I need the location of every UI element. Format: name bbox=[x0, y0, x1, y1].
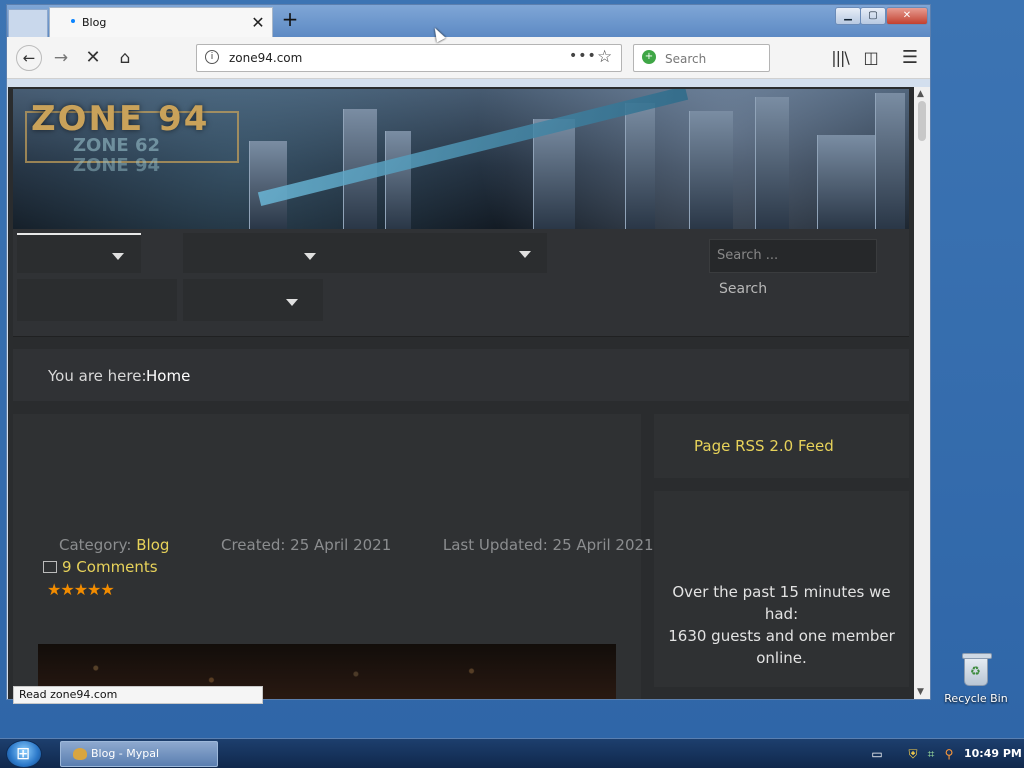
main-menu: Search ... Search bbox=[13, 229, 909, 337]
shield-icon[interactable]: ⛨ bbox=[906, 747, 920, 761]
address-bar[interactable]: i zone94.com ••• ☆ bbox=[196, 44, 622, 72]
tab-blog[interactable]: Blog ✕ bbox=[49, 7, 273, 37]
menu-item-3[interactable] bbox=[333, 233, 547, 273]
maximize-button[interactable]: ▢ bbox=[860, 7, 886, 25]
browser-search-input[interactable]: + Search bbox=[633, 44, 770, 72]
banner-train bbox=[257, 89, 689, 207]
tab-strip: Blog ✕ + ▁ ▢ ✕ bbox=[7, 5, 930, 37]
mypal-icon bbox=[73, 748, 87, 760]
library-icon[interactable]: |||\ bbox=[828, 46, 852, 70]
banner-building bbox=[625, 103, 655, 229]
status-bar: Read zone94.com bbox=[13, 686, 263, 704]
banner-building bbox=[817, 135, 875, 229]
minimize-button[interactable]: ▁ bbox=[835, 7, 861, 25]
rss-feed-link[interactable]: Page RSS 2.0 Feed bbox=[694, 437, 834, 455]
chevron-down-icon bbox=[519, 251, 531, 258]
clock[interactable]: 10:49 PM bbox=[964, 747, 1022, 760]
hamburger-icon[interactable]: ☰ bbox=[898, 46, 922, 70]
online-stats: Over the past 15 minutes we had: 1630 gu… bbox=[666, 581, 897, 669]
scroll-up-icon[interactable]: ▲ bbox=[917, 89, 924, 99]
comments-count[interactable]: 9 Comments bbox=[62, 558, 158, 576]
url-text[interactable]: zone94.com bbox=[229, 51, 302, 65]
chevron-down-icon bbox=[112, 253, 124, 260]
site-search-input[interactable]: Search ... bbox=[709, 239, 877, 273]
scroll-thumb[interactable] bbox=[918, 101, 926, 141]
search-icon[interactable]: ⚲ bbox=[942, 747, 956, 761]
system-tray: ▭ ⛨ ⌗ ⚲ 10:49 PM bbox=[866, 739, 1024, 768]
taskbar-window-blog[interactable]: Blog - Mypal bbox=[60, 741, 218, 767]
sidebar-icon[interactable]: ◫ bbox=[859, 46, 883, 70]
chevron-down-icon bbox=[304, 253, 316, 260]
page-scrollbar[interactable]: ▲ ▼ bbox=[914, 87, 930, 699]
menu-item-5[interactable] bbox=[183, 279, 323, 321]
new-tab-button[interactable]: + bbox=[279, 9, 301, 31]
logo-subtitle: ZONE 62 bbox=[73, 135, 161, 156]
forward-arrow-icon[interactable]: → bbox=[49, 46, 73, 70]
scroll-down-icon[interactable]: ▼ bbox=[917, 687, 924, 697]
tab-close-icon[interactable]: ✕ bbox=[248, 13, 268, 33]
tab-title: Blog bbox=[82, 16, 107, 29]
category-label: Category: bbox=[59, 536, 132, 554]
search-icon: + bbox=[642, 50, 656, 64]
online-stats-line: 1630 guests and one member online. bbox=[668, 627, 895, 667]
online-stats-line: Over the past 15 minutes we had: bbox=[672, 583, 891, 623]
breadcrumb: You are here: Home bbox=[13, 349, 909, 401]
browser-window: Blog ✕ + ▁ ▢ ✕ ← → ✕ ⌂ i zone94.com ••• … bbox=[6, 4, 931, 704]
keyboard-icon[interactable]: ▭ bbox=[870, 747, 884, 761]
recycle-bin[interactable]: Recycle Bin bbox=[944, 653, 1008, 705]
tab-previous[interactable] bbox=[8, 9, 48, 37]
banner-building bbox=[689, 111, 733, 229]
recycle-bin-icon bbox=[962, 653, 992, 686]
web-page: ZONE 94 ZONE 62 ZONE 94 Search ... Searc… bbox=[8, 87, 914, 699]
whos-online-module: Over the past 15 minutes we had: 1630 gu… bbox=[654, 491, 909, 687]
menu-item-1[interactable] bbox=[17, 233, 141, 273]
close-window-button[interactable]: ✕ bbox=[886, 7, 928, 25]
banner-building bbox=[385, 131, 411, 229]
star-icon[interactable]: ☆ bbox=[597, 47, 612, 67]
comment-icon bbox=[43, 561, 57, 573]
comments-link[interactable]: 9 Comments bbox=[43, 558, 158, 576]
start-button[interactable] bbox=[6, 740, 42, 768]
info-icon[interactable]: i bbox=[205, 50, 219, 64]
created-date: Created: 25 April 2021 bbox=[221, 536, 392, 554]
logo-subtitle: ZONE 94 bbox=[73, 155, 161, 176]
browser-search-placeholder: Search bbox=[665, 52, 707, 66]
banner-building bbox=[755, 97, 789, 229]
banner-building bbox=[875, 93, 905, 229]
menu-item-4[interactable] bbox=[17, 279, 177, 321]
navigation-toolbar: ← → ✕ ⌂ i zone94.com ••• ☆ + Search |||\… bbox=[7, 37, 930, 79]
taskbar-window-label: Blog - Mypal bbox=[91, 747, 160, 760]
breadcrumb-label: You are here: bbox=[48, 367, 147, 385]
site-search-button[interactable]: Search bbox=[713, 281, 793, 307]
home-icon[interactable]: ⌂ bbox=[113, 46, 137, 70]
updated-date: Last Updated: 25 April 2021 bbox=[442, 536, 654, 554]
rss-module: Page RSS 2.0 Feed bbox=[654, 414, 909, 478]
breadcrumb-home: Home bbox=[146, 367, 191, 385]
chevron-down-icon bbox=[286, 299, 298, 306]
taskbar: Blog - Mypal ▭ ⛨ ⌗ ⚲ 10:49 PM bbox=[0, 738, 1024, 768]
category-link[interactable]: Blog bbox=[136, 536, 169, 554]
site-logo[interactable]: ZONE 94 bbox=[31, 99, 209, 139]
menu-item-2[interactable] bbox=[183, 233, 333, 273]
back-arrow-icon[interactable]: ← bbox=[16, 45, 42, 71]
more-dots-icon[interactable]: ••• bbox=[569, 48, 597, 64]
network-icon[interactable]: ⌗ bbox=[924, 747, 938, 761]
banner-building bbox=[249, 141, 287, 229]
article-meta: Category: Blog Created: 25 April 2021 La… bbox=[59, 536, 654, 554]
loading-indicator-icon bbox=[71, 19, 75, 23]
rating-stars[interactable]: ★★★★★ bbox=[47, 580, 115, 599]
stop-icon[interactable]: ✕ bbox=[81, 46, 105, 70]
recycle-bin-label: Recycle Bin bbox=[944, 692, 1008, 705]
site-banner: ZONE 94 ZONE 62 ZONE 94 bbox=[13, 89, 909, 229]
article: Category: Blog Created: 25 April 2021 La… bbox=[13, 414, 654, 699]
